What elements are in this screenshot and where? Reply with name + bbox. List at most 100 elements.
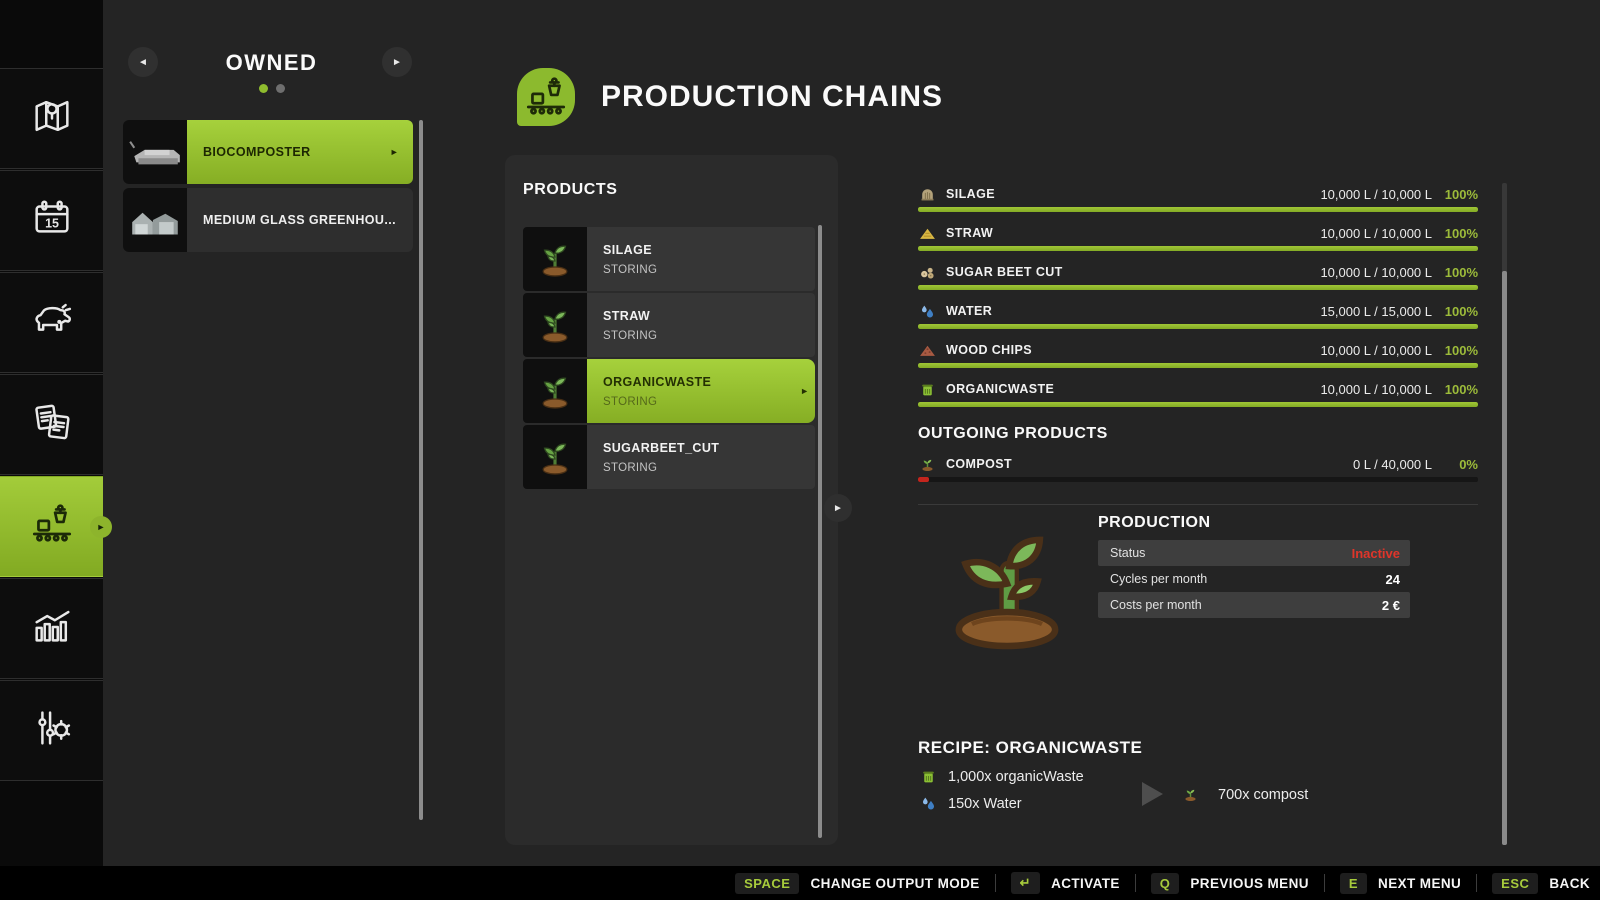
fill-level-percent: 0% (1432, 457, 1478, 472)
recipe-output-qty: 700x compost (1218, 787, 1308, 803)
fill-level-percent: 100% (1432, 187, 1478, 202)
production-chains-screen: 15► ◄ ► OWNED BIOCOMPOSTER►MEDIUM GLASS … (0, 0, 1600, 900)
key-badge: ESC (1492, 873, 1538, 894)
hotkey-activate[interactable]: ↵ACTIVATE (1011, 872, 1120, 894)
products-panel-title: PRODUCTS (523, 181, 618, 199)
bar-chart-icon (29, 603, 75, 654)
fill-level-bar (918, 402, 1478, 407)
calendar-icon: 15 (29, 195, 75, 246)
sidebar-item-statistics[interactable] (0, 578, 103, 679)
fill-level-bar (918, 363, 1478, 368)
product-status: STORING (603, 264, 803, 276)
fill-level-amount: 10,000 L / 10,000 L (1320, 187, 1432, 202)
owned-pager-dots[interactable] (103, 84, 440, 93)
hotkey-previous-menu[interactable]: QPREVIOUS MENU (1151, 873, 1309, 894)
sliders-gear-icon (29, 705, 75, 756)
hotkey-label: NEXT MENU (1378, 876, 1461, 891)
sugar-beet-icon (918, 264, 936, 281)
sidebar-item-animals[interactable] (0, 272, 103, 373)
product-item-sugarbeet_cut[interactable]: SUGARBEET_CUT STORING (523, 425, 815, 489)
pager-dot[interactable] (259, 84, 268, 93)
owned-list: BIOCOMPOSTER ► MEDIUM GLASS GREENHOU... (123, 120, 413, 256)
hotkey-label: ACTIVATE (1051, 876, 1120, 891)
info-value: Inactive (1352, 546, 1400, 561)
page-title: PRODUCTION CHAINS (601, 80, 943, 114)
owned-title: OWNED (103, 50, 440, 76)
recipe-title: RECIPE: ORGANICWASTE (918, 738, 1142, 758)
hotkey-label: BACK (1549, 876, 1590, 891)
sidebar-item-production[interactable]: ► (0, 476, 103, 577)
map-icon (29, 93, 75, 144)
fill-level-amount: 15,000 L / 15,000 L (1320, 304, 1432, 319)
info-label: Cycles per month (1110, 572, 1207, 586)
fill-level-amount: 10,000 L / 10,000 L (1320, 382, 1432, 397)
detail-scrollbar-thumb[interactable] (1502, 271, 1507, 845)
cow-icon (29, 297, 75, 348)
silage-icon (918, 186, 936, 203)
selected-arrow-icon: ► (390, 147, 399, 157)
fill-level-bar (918, 207, 1478, 212)
production-section-title: PRODUCTION (1098, 514, 1211, 532)
output-storage-list: COMPOST 0 L / 40,000 L0% (918, 456, 1478, 495)
fill-level-bar (918, 477, 1478, 482)
product-name: STRAW (603, 309, 803, 323)
products-scrollbar[interactable] (818, 225, 822, 838)
owned-item[interactable]: MEDIUM GLASS GREENHOU... (123, 188, 413, 252)
key-badge: E (1340, 873, 1367, 894)
hotkey-back[interactable]: ESC BACK (1492, 873, 1590, 894)
products-panel: PRODUCTS SILAGESTORINGSTRAWSTORINGORGANI… (505, 155, 838, 845)
sidebar-item-map[interactable] (0, 68, 103, 169)
storage-row-water: WATER15,000 L / 15,000 L100% (918, 303, 1478, 329)
sidebar-item-calendar[interactable]: 15 (0, 170, 103, 271)
hotkey-separator (1476, 874, 1477, 892)
product-item-silage[interactable]: SILAGE STORING (523, 227, 815, 291)
fill-type-name: STRAW (946, 226, 993, 240)
key-badge: Q (1151, 873, 1180, 894)
storage-row-silage: SILAGE 10,000 L / 10,000 L100% (918, 186, 1478, 212)
biocomposter-thumb (123, 120, 187, 184)
fill-level-percent: 100% (1432, 265, 1478, 280)
recipe-arrow-icon (1137, 779, 1167, 814)
product-item-straw[interactable]: STRAW STORING (523, 293, 815, 357)
hotkey-next-menu[interactable]: E NEXT MENU (1340, 873, 1461, 894)
product-name: SUGARBEET_CUT (603, 441, 803, 455)
fill-type-name: SUGAR BEET CUT (946, 265, 1063, 279)
svg-text:15: 15 (45, 217, 59, 231)
hotkey-label: CHANGE OUTPUT MODE (810, 876, 979, 891)
seedling-thumb (523, 293, 587, 357)
owned-item[interactable]: BIOCOMPOSTER ► (123, 120, 413, 184)
detail-scrollbar-track[interactable] (1502, 183, 1507, 845)
fill-type-name: COMPOST (946, 457, 1012, 471)
fill-level-amount: 0 L / 40,000 L (1353, 457, 1432, 472)
storage-row-compost: COMPOST 0 L / 40,000 L0% (918, 456, 1478, 482)
production-info-row: StatusInactive (1098, 540, 1410, 566)
storage-row-wood-chips: WOOD CHIPS10,000 L / 10,000 L100% (918, 342, 1478, 368)
product-name: SILAGE (603, 243, 803, 257)
wood-chips-icon (918, 342, 936, 359)
products-list: SILAGESTORINGSTRAWSTORINGORGANICWASTESTO… (523, 227, 815, 491)
sidebar-item-settings[interactable] (0, 680, 103, 781)
seedling-thumb (523, 359, 587, 423)
fill-level-amount: 10,000 L / 10,000 L (1320, 265, 1432, 280)
hotkey-change-output-mode[interactable]: SPACECHANGE OUTPUT MODE (735, 873, 980, 894)
storage-row-sugar-beet-cut: SUGAR BEET CUT 10,000 L / 10,000 L100% (918, 264, 1478, 290)
info-value: 24 (1386, 572, 1400, 587)
pager-dot[interactable] (276, 84, 285, 93)
hotkey-separator (995, 874, 996, 892)
section-divider (918, 504, 1478, 505)
owned-item-label: BIOCOMPOSTER (203, 145, 311, 159)
recipe-input-qty: 150x Water (948, 796, 1022, 812)
panel-expand-button[interactable]: ► (824, 494, 852, 522)
fill-type-name: SILAGE (946, 187, 995, 201)
hotkey-separator (1324, 874, 1325, 892)
owned-scrollbar[interactable] (419, 120, 423, 820)
fill-level-percent: 100% (1432, 382, 1478, 397)
product-item-organicwaste[interactable]: ORGANICWASTESTORING► (523, 359, 815, 423)
product-status: STORING (603, 462, 803, 474)
product-status: STORING (603, 396, 803, 408)
storage-row-organicwaste: ORGANICWASTE10,000 L / 10,000 L100% (918, 381, 1478, 407)
straw-icon (918, 225, 936, 242)
sidebar-item-contracts[interactable] (0, 374, 103, 475)
production-info-row: Costs per month2 € (1098, 592, 1410, 618)
product-status: STORING (603, 330, 803, 342)
